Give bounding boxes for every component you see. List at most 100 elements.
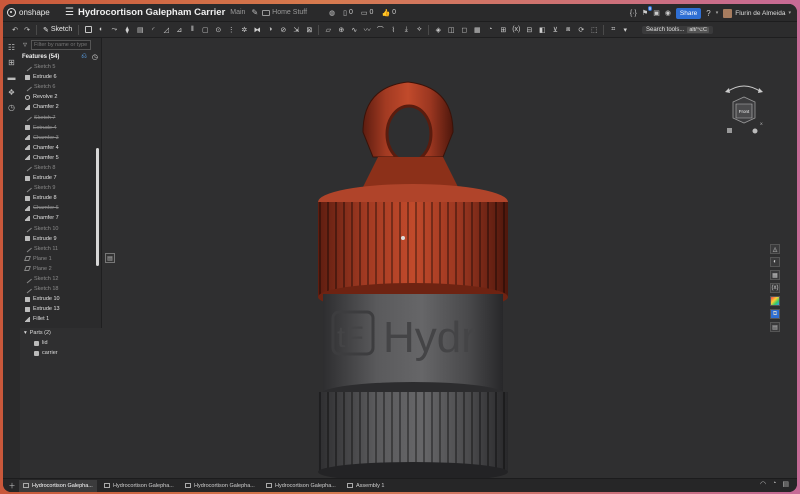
more-tools-icon[interactable]: ▾ — [619, 24, 631, 36]
add-tab-icon[interactable]: ＋ — [5, 481, 19, 491]
feature-item[interactable]: Chamfer 4 — [20, 143, 101, 153]
part-item-lid[interactable]: lid — [20, 338, 102, 348]
measure-icon[interactable]: ⊞ — [497, 24, 509, 36]
more-panels-icon[interactable]: ▤ — [770, 322, 780, 332]
frame-icon[interactable]: ◧ — [536, 24, 548, 36]
sketch-button[interactable]: ✎ Sketch — [40, 26, 75, 34]
redo-icon[interactable]: ↷ — [21, 24, 33, 36]
app-store-icon[interactable]: ⧉ — [770, 309, 780, 319]
composite-curve-icon[interactable]: ⌇ — [387, 24, 399, 36]
feature-item[interactable]: Sketch 12 — [20, 274, 101, 284]
variables-icon[interactable]: (x) — [770, 283, 780, 293]
view-cube[interactable]: Front X — [719, 78, 769, 138]
bridging-curve-icon[interactable]: ⌒ — [374, 24, 386, 36]
feature-item[interactable]: Extrude 8 — [20, 193, 101, 203]
feature-item[interactable]: Chamfer 3 — [20, 133, 101, 143]
fit-spline-icon[interactable]: 〰 — [361, 24, 373, 36]
circular-pattern-icon[interactable]: ✲ — [238, 24, 250, 36]
wrap-icon[interactable]: ⟳ — [575, 24, 587, 36]
shell-icon[interactable]: ▢ — [199, 24, 211, 36]
view-home-icon[interactable] — [727, 128, 732, 133]
document-icon[interactable]: ▣ — [653, 9, 660, 17]
bookmark-icon[interactable]: ◉ — [665, 9, 671, 17]
undo-icon[interactable]: ↶ — [9, 24, 21, 36]
tab-part-studio-3[interactable]: Hydrocortison Galepha... — [181, 480, 259, 492]
feature-list-scrollbar[interactable] — [96, 148, 99, 266]
feature-item[interactable]: Chamfer 7 — [20, 213, 101, 223]
model-3d[interactable]: tF Hydr — [303, 62, 623, 482]
draft-icon[interactable]: ⊿ — [173, 24, 185, 36]
fill-icon[interactable]: ◈ — [432, 24, 444, 36]
comments-counter[interactable]: ▭ 0 — [361, 9, 374, 17]
custom-feature-icon[interactable]: ⬚ — [588, 24, 600, 36]
appearance-panel-icon[interactable]: ◬ — [770, 244, 780, 254]
isocline-icon[interactable]: ⟡ — [413, 24, 425, 36]
transform-icon[interactable]: ⇲ — [290, 24, 302, 36]
menu-icon[interactable]: ☰ — [65, 7, 74, 18]
mirror-icon[interactable]: ⧓ — [251, 24, 263, 36]
help-chevron-icon[interactable]: ▾ — [716, 10, 719, 16]
versions-counter[interactable]: ▯ 0 — [343, 9, 353, 17]
branch-label[interactable]: Main — [230, 9, 245, 16]
feature-item[interactable]: Sketch 5 — [20, 62, 101, 72]
feature-item[interactable]: Sketch 9 — [20, 183, 101, 193]
edit-pencil-icon[interactable]: ✎ — [251, 8, 258, 17]
boolean-icon[interactable]: ◑ — [264, 24, 276, 36]
project-curve-icon[interactable]: ⤓ — [400, 24, 412, 36]
likes-counter[interactable]: 👍 0 — [381, 9, 396, 17]
variable-icon[interactable]: {·} — [630, 10, 637, 17]
history-clock-icon[interactable]: ◷ — [92, 53, 98, 61]
layout-icon[interactable]: ▤ — [782, 480, 789, 488]
history-icon[interactable]: ◷ — [7, 102, 17, 112]
revolve-icon[interactable]: ◐ — [95, 24, 107, 36]
part-item-carrier[interactable]: carrier — [20, 348, 102, 358]
tab-part-studio-1[interactable]: Hydrocortison Galepha... — [19, 479, 97, 492]
mate-connector-icon[interactable]: ⊕ — [335, 24, 347, 36]
chamfer-icon[interactable]: ◿ — [160, 24, 172, 36]
feature-item[interactable]: Extrude 6 — [20, 72, 101, 82]
instance-list-icon[interactable]: ⊞ — [7, 57, 17, 67]
delete-part-icon[interactable]: ⊠ — [303, 24, 315, 36]
feature-item[interactable]: Extrude 4 — [20, 123, 101, 133]
user-menu[interactable]: Flurin de Almeida ▾ — [723, 8, 791, 18]
hole-icon[interactable]: ⊙ — [212, 24, 224, 36]
comments-icon[interactable]: ▬ — [7, 72, 17, 82]
rollback-icon[interactable]: ⎌ — [81, 53, 87, 61]
feature-item[interactable]: Chamfer 6 — [20, 203, 101, 213]
search-tools-button[interactable]: Search tools... alt/⌥C — [641, 26, 713, 34]
color-palette-icon[interactable] — [770, 296, 780, 306]
feature-item[interactable]: Plane 1 — [20, 254, 101, 264]
tolerance-icon[interactable]: ⌗ — [607, 24, 619, 36]
feature-item[interactable]: Plane 2 — [20, 264, 101, 274]
globe-icon[interactable]: ◍ — [329, 9, 335, 17]
feature-item[interactable]: Sketch 8 — [20, 163, 101, 173]
feature-item[interactable]: Sketch 7 — [20, 112, 101, 122]
configuration-icon[interactable]: ◐ — [770, 257, 780, 267]
feature-item[interactable]: Sketch 10 — [20, 224, 101, 234]
feature-item[interactable]: Sketch 6 — [20, 82, 101, 92]
help-icon[interactable]: ? — [706, 9, 710, 18]
feature-item[interactable]: Extrude 7 — [20, 173, 101, 183]
offset-surface-icon[interactable]: ◫ — [445, 24, 457, 36]
feature-item[interactable]: Revolve 2 — [20, 92, 101, 102]
notifications-icon[interactable]: ⚑ 9 — [642, 6, 653, 17]
tab-part-studio-4[interactable]: Hydrocortison Galepha... — [262, 480, 340, 492]
sweep-icon[interactable]: ⤳ — [108, 24, 120, 36]
thicken-icon[interactable]: ▤ — [134, 24, 146, 36]
tab-assembly-1[interactable]: Assembly 1 — [343, 480, 421, 492]
feature-item[interactable]: Chamfer 5 — [20, 153, 101, 163]
feature-item[interactable]: Extrude 13 — [20, 304, 101, 314]
performance-icon[interactable]: ◠ — [760, 480, 766, 488]
properties-icon[interactable]: ▦ — [770, 270, 780, 280]
variable-table-icon[interactable]: (x) — [510, 24, 522, 36]
filter-input[interactable] — [31, 39, 92, 50]
fillet-icon[interactable]: ◜ — [147, 24, 159, 36]
feature-item[interactable]: Extrude 9 — [20, 234, 101, 244]
feature-item[interactable]: Chamfer 2 — [20, 102, 101, 112]
feature-item[interactable]: Extrude 10 — [20, 294, 101, 304]
ruled-surface-icon[interactable]: ▦ — [471, 24, 483, 36]
rib-icon[interactable]: ⫴ — [186, 24, 198, 36]
appearance-icon[interactable]: ❖ — [7, 87, 17, 97]
folder-breadcrumb[interactable]: Home Stuff — [262, 9, 307, 16]
sheet-metal-icon[interactable]: ⊟ — [523, 24, 535, 36]
